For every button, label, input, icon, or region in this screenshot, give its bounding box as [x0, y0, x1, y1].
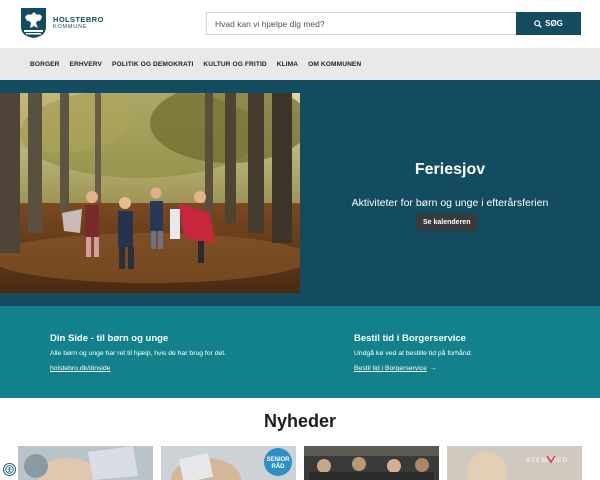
logo-sub: KOMMUNE: [53, 24, 88, 30]
din-side-link[interactable]: holstebro.dk/dinside: [50, 365, 110, 372]
news-card-overlay: STEM MED: [447, 446, 582, 480]
search-bar: SØG: [206, 12, 581, 35]
senior-badge-line2: RÅD: [272, 463, 286, 470]
news-card[interactable]: [304, 446, 439, 480]
coat-of-arms-icon: [21, 8, 46, 38]
see-calendar-button[interactable]: Se kalenderen: [416, 214, 478, 231]
hero-image: [0, 93, 300, 293]
nav-item-erhverv[interactable]: ERHVERV: [70, 61, 102, 68]
borgerservice-text: Undgå kø ved at bestille tid på forhånd.: [354, 350, 473, 357]
nav-item-om-kommunen[interactable]: OM KOMMUNEN: [308, 61, 361, 68]
service-band: Din Side - til børn og unge Alle børn og…: [0, 306, 600, 398]
borgerservice-block: Bestil tid i Borgerservice Undgå kø ved …: [354, 333, 472, 375]
logo-wordmark: HOLSTEBRO KOMMUNE: [53, 14, 104, 31]
logo-name: HOLSTEBRO: [53, 14, 104, 24]
hero-title: Feriesjov: [414, 161, 486, 178]
main-nav: BORGER ERHVERV POLITIK OG DEMOKRATI KULT…: [0, 48, 600, 80]
din-side-block: Din Side - til børn og unge Alle børn og…: [50, 333, 226, 375]
site-logo[interactable]: HOLSTEBRO KOMMUNE: [20, 7, 104, 39]
news-heading: Nyheder: [263, 411, 337, 431]
news-card[interactable]: SENIOR RÅD: [161, 446, 296, 480]
nav-item-borger[interactable]: BORGER: [30, 61, 60, 68]
nav-item-klima[interactable]: KLIMA: [277, 61, 298, 68]
senior-badge-line1: SENIOR: [266, 457, 290, 463]
borgerservice-link[interactable]: Bestil tid i Borgerservice →: [354, 365, 437, 372]
nav-item-kultur[interactable]: KULTUR OG FRITID: [203, 61, 266, 68]
arrow-right-icon: →: [429, 365, 437, 372]
search-icon: [534, 19, 542, 28]
search-input[interactable]: [206, 12, 516, 35]
stem-med-watermark: STEM MED: [526, 457, 568, 464]
hero-banner: Feriesjov Aktiviteter for børn og unge i…: [0, 80, 600, 306]
din-side-title: Din Side - til børn og unge: [50, 333, 169, 344]
hero-subtitle: Aktiviteter for børn og unge i efterårsf…: [351, 197, 549, 209]
accessibility-icon[interactable]: [3, 463, 16, 476]
din-side-text: Alle børn og unge har ret til hjælp, hvi…: [50, 350, 227, 357]
hero-content: Feriesjov Aktiviteter for børn og unge i…: [300, 80, 600, 306]
site-header: HOLSTEBRO KOMMUNE SØG: [0, 0, 600, 48]
borgerservice-title: Bestil tid i Borgerservice: [354, 333, 466, 344]
search-button-label: SØG: [545, 19, 563, 28]
nav-item-politik[interactable]: POLITIK OG DEMOKRATI: [112, 61, 193, 68]
borgerservice-link-label: Bestil tid i Borgerservice: [354, 365, 427, 372]
search-button[interactable]: SØG: [516, 12, 581, 35]
news-card[interactable]: [18, 446, 153, 480]
news-cards: SENIOR RÅD STEM MED: [18, 446, 582, 480]
